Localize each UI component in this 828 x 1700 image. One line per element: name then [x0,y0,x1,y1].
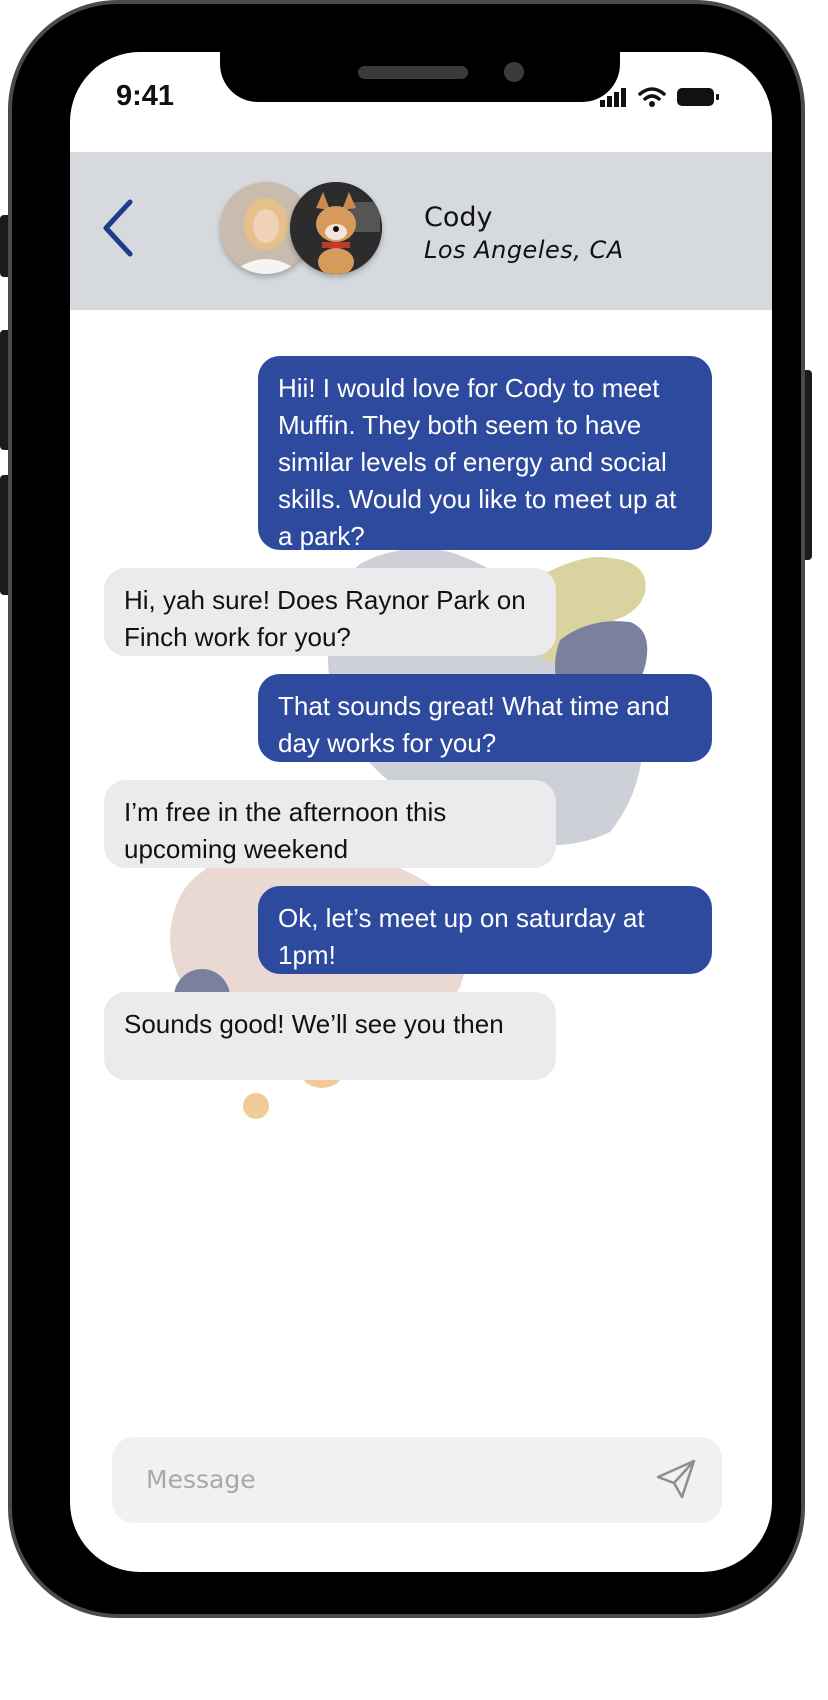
phone-frame: 9:41 Cody Los Angeles, CA Hii! I would l… [8,0,805,1618]
wifi-icon [638,87,666,107]
speaker [358,66,468,79]
message-input[interactable]: Message [112,1437,722,1523]
message-bubble-sent[interactable]: Ok, let’s meet up on saturday at 1pm! [258,886,712,974]
send-paper-plane-icon[interactable] [654,1457,698,1501]
camera [504,62,524,82]
phone-screen: 9:41 Cody Los Angeles, CA Hii! I would l… [70,52,772,1572]
message-bubble-received[interactable]: Hi, yah sure! Does Raynor Park on Finch … [104,568,556,656]
message-bubble-received[interactable]: I’m free in the afternoon this upcoming … [104,780,556,868]
message-bubble-sent[interactable]: Hii! I would love for Cody to meet Muffi… [258,356,712,551]
message-placeholder: Message [146,1465,256,1494]
signal-icon [600,88,626,107]
notch [220,52,620,102]
status-icons [600,86,720,108]
message-bubble-received[interactable]: Sounds good! We’ll see you then [104,992,556,1080]
battery-icon [677,88,719,106]
message-bubble-sent[interactable]: That sounds great! What time and day wor… [258,674,712,762]
